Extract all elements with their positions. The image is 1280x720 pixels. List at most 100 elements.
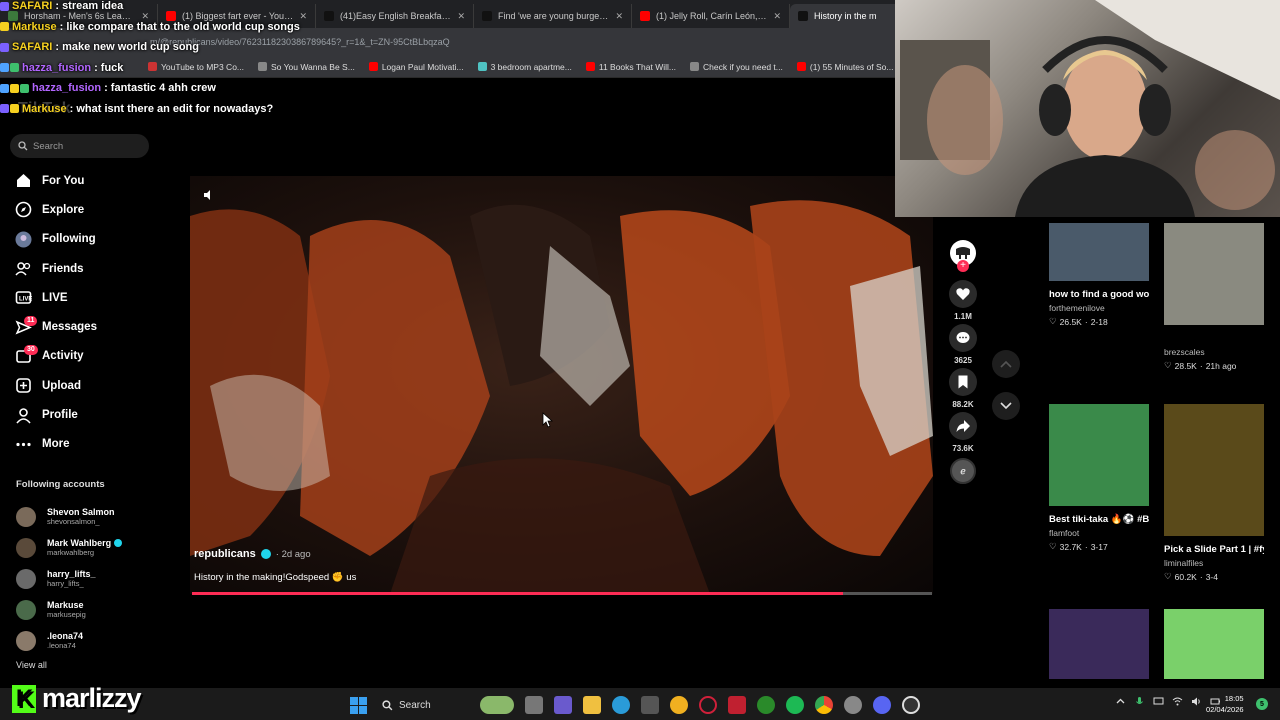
file-explorer-icon[interactable] [583,696,601,714]
share-button[interactable]: 73.6K [945,412,981,456]
tab-close-icon[interactable]: ✕ [299,11,307,22]
sidebar-item-live[interactable]: LIVE LIVE [15,283,97,312]
follow-plus-icon[interactable]: + [957,260,969,272]
video-card[interactable] [1049,609,1149,679]
browser-tab[interactable]: Find 'we are young burger' on ✕ [474,4,632,28]
opera-icon[interactable] [699,696,717,714]
sidebar-item-profile[interactable]: Profile [15,400,97,429]
bookmark-item[interactable]: Logan Paul Motivati... [368,62,464,72]
following-account[interactable]: harry_lifts_ harry_lifts_ [16,563,122,594]
video-card[interactable] [1164,609,1264,679]
tab-close-icon[interactable]: ✕ [615,11,623,22]
sidebar-item-label: LIVE [42,291,68,304]
bookmark-item[interactable]: Check if you need t... [690,62,783,72]
chat-message: hazza_fusion: fantastic 4 ahh crew [0,78,300,99]
heart-icon: ♡ [1164,360,1172,370]
video-card[interactable]: Pick a Slide Part 1 | #fyp #horror...lim… [1164,404,1264,582]
chrome-canary-icon[interactable] [670,696,688,714]
account-handle: .leona74 [47,641,76,650]
settings-icon[interactable] [844,696,862,714]
like-button[interactable]: 1.1M [945,280,981,324]
sound-disc[interactable]: ℯ [945,458,981,484]
search-input[interactable]: Search [10,134,149,158]
video-card-user[interactable]: flamfoot [1049,528,1149,538]
video-progress-bar[interactable] [192,592,932,595]
obs-icon[interactable] [902,696,920,714]
video-card-title[interactable]: Pick a Slide Part 1 | #fyp #horror... [1164,542,1264,557]
browser-tab[interactable]: History in the m✕ [790,4,895,28]
video-card-title[interactable]: how to find a good woman #men... [1049,287,1149,302]
chevron-up-icon[interactable] [1115,696,1126,707]
volume-icon[interactable] [1191,696,1202,707]
following-avatar-icon [15,231,32,248]
sidebar-item-following[interactable]: Following [15,225,97,254]
video-thumbnail[interactable] [1164,223,1264,325]
chrome-icon[interactable] [815,696,833,714]
acrobat-icon[interactable] [728,696,746,714]
account-info: Markuse markusepig [47,600,86,619]
bookmark-item[interactable]: 3 bedroom apartme... [477,62,572,72]
sidebar-item-friends[interactable]: Friends [15,254,97,283]
edge-icon[interactable] [612,696,630,714]
brand-name: marlizzy [42,683,142,713]
view-all-link[interactable]: View all [16,660,47,670]
video-player[interactable]: republicans · 2d ago History in the maki… [190,176,933,594]
video-thumbnail[interactable] [1164,609,1264,679]
video-card[interactable]: Best tiki-taka 🔥⚽ #BestTikiTak...flamfoo… [1049,404,1149,552]
task-view-icon[interactable] [525,696,543,714]
sidebar-item-upload[interactable]: Upload [15,371,97,400]
following-account[interactable]: .leona74 .leona74 [16,625,122,656]
video-thumbnail[interactable] [1049,404,1149,506]
video-card[interactable]: brezscales ♡ 28.5K · 21h ago [1164,223,1264,371]
sidebar-item-activity[interactable]: 30 Activity [15,342,97,371]
monitor-icon[interactable] [1153,696,1164,707]
browser-tab[interactable]: (41)Easy English Breakfast Recip ✕ [316,4,474,28]
account-name: Shevon Salmon [47,507,115,517]
video-author[interactable]: republicans · 2d ago [194,548,311,560]
following-account[interactable]: Markuse markusepig [16,594,122,625]
video-author-name[interactable]: republicans [194,548,256,560]
windows-start-icon[interactable] [350,696,367,714]
taskbar-clock[interactable]: 18:05 02/04/2026 [1206,693,1244,715]
previous-video-button[interactable] [992,350,1020,378]
video-card-date: 3-17 [1090,541,1108,552]
browser-tab[interactable]: (1) Jelly Roll, Carín León, FIFA So ✕ [632,4,790,28]
video-card-user[interactable]: brezscales [1164,347,1264,357]
sidebar-item-more[interactable]: More [15,430,97,459]
taskbar-search[interactable]: Search [378,694,514,716]
following-account[interactable]: Shevon Salmon shevonsalmon_ [16,501,122,532]
tab-close-icon[interactable]: ✕ [457,11,465,22]
video-card-meta: ♡ 26.5K · 2-18 [1049,316,1149,327]
wifi-icon[interactable] [1172,696,1183,707]
spotify-icon[interactable] [786,696,804,714]
video-card[interactable]: how to find a good woman #men...fortheme… [1049,223,1149,327]
next-video-button[interactable] [992,392,1020,420]
sidebar-item-explore[interactable]: Explore [15,195,97,224]
video-thumbnail[interactable] [1049,223,1149,281]
chat-app-icon[interactable] [554,696,572,714]
bookmark-item[interactable]: 11 Books That Will... [585,62,676,72]
discord-icon[interactable] [873,696,891,714]
creator-avatar[interactable]: + [950,240,976,272]
store-icon[interactable] [641,696,659,714]
bookmark-button[interactable]: 88.2K [945,368,981,412]
comment-button[interactable]: 3625 [945,324,981,368]
sidebar-item-messages[interactable]: 11 Messages [15,312,97,341]
microphone-icon[interactable] [1134,696,1145,707]
video-thumbnail[interactable] [1049,609,1149,679]
search-icon [382,699,393,710]
following-account[interactable]: Mark Wahlberg markwahlberg [16,532,123,563]
video-card-title[interactable]: Best tiki-taka 🔥⚽ #BestTikiTak... [1049,512,1149,527]
creator-avatar-button[interactable]: + [945,240,981,272]
xbox-icon[interactable] [757,696,775,714]
tab-close-icon[interactable]: ✕ [773,11,781,22]
sidebar-item-for-you[interactable]: For You [15,166,97,195]
tab-favicon-icon [324,11,334,21]
mute-icon[interactable] [202,188,216,202]
video-thumbnail[interactable] [1164,404,1264,536]
chat-badge-icon [0,1,9,11]
notification-count[interactable]: 5 [1256,698,1268,710]
video-card-user[interactable]: liminalfiles [1164,558,1264,568]
video-card-user[interactable]: forthemenilove [1049,303,1149,313]
bookmark-item[interactable]: (1) 55 Minutes of So... [796,62,894,72]
